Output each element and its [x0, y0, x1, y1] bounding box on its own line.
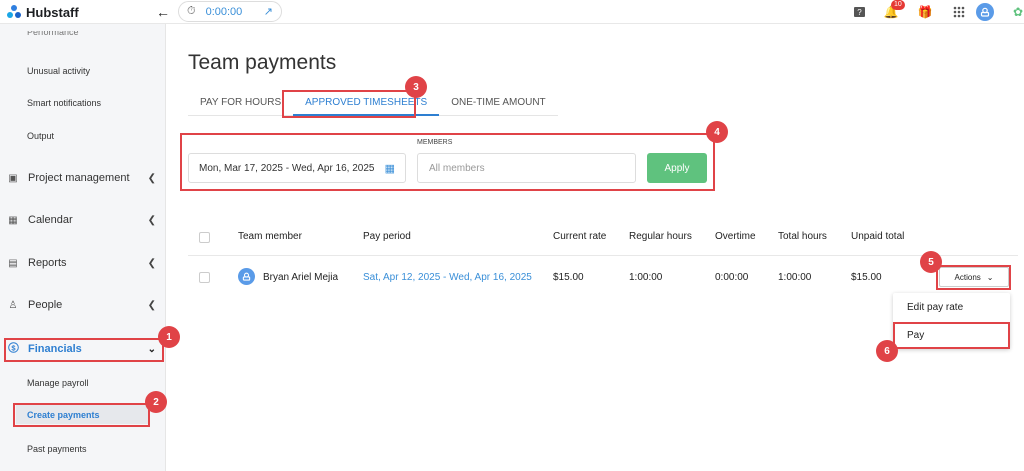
sidebar-item-output[interactable]: Output: [27, 131, 54, 141]
pay-period-link[interactable]: Sat, Apr 12, 2025 - Wed, Apr 16, 2025: [363, 272, 532, 283]
chevron-left-icon: ❮: [147, 214, 156, 226]
hubstaff-logo-icon: [7, 5, 21, 18]
menu-item-edit-pay-rate[interactable]: Edit pay rate: [893, 293, 1010, 321]
column-header-overtime[interactable]: Overtime: [715, 231, 756, 242]
main-content: Team payments PAY FOR HOURS APPROVED TIM…: [166, 24, 1024, 471]
column-header-team-member[interactable]: Team member: [238, 231, 302, 242]
overtime: 0:00:00: [715, 272, 749, 283]
calendar-icon: ▦: [8, 214, 18, 226]
app-name: Hubstaff: [26, 4, 79, 20]
tab-one-time-amount[interactable]: ONE-TIME AMOUNT: [439, 92, 557, 116]
highlight-financials: [4, 338, 164, 362]
regular-hours: 1:00:00: [629, 272, 663, 283]
sidebar-item-manage-payroll[interactable]: Manage payroll: [27, 378, 89, 388]
select-all-checkbox[interactable]: [199, 232, 210, 243]
user-icon: [242, 272, 251, 281]
sidebar-item-label: Project management: [28, 172, 130, 184]
callout-3: 3: [405, 76, 427, 98]
callout-4: 4: [706, 121, 728, 143]
row-checkbox[interactable]: [199, 272, 210, 283]
tab-pay-for-hours[interactable]: PAY FOR HOURS: [188, 92, 293, 116]
timer-value: 0:00:00: [205, 5, 243, 18]
sidebar-item-project-management[interactable]: ▣ Project management ❮: [6, 168, 156, 188]
total-hours: 1:00:00: [778, 272, 812, 283]
expand-arrow-icon[interactable]: ↗: [264, 5, 273, 18]
sidebar-item-label: Reports: [28, 257, 67, 269]
sidebar-item-reports[interactable]: ▤ Reports ❮: [6, 253, 156, 273]
svg-text:?: ?: [857, 8, 862, 17]
sidebar-item-performance[interactable]: Performance: [27, 31, 79, 37]
reports-icon: ▤: [8, 257, 18, 269]
callout-1: 1: [158, 326, 180, 348]
user-icon: [980, 7, 990, 17]
project-icon: ▣: [8, 172, 18, 184]
chevron-left-icon: ❮: [147, 299, 156, 311]
sidebar-item-unusual-activity[interactable]: Unusual activity: [27, 66, 90, 76]
highlight-create-payments: [13, 403, 150, 427]
apps-grid-icon[interactable]: [951, 4, 967, 20]
callout-5: 5: [920, 251, 942, 273]
callout-6: 6: [876, 340, 898, 362]
header-divider: [188, 255, 1018, 256]
member-name[interactable]: Bryan Ariel Mejia: [263, 272, 338, 283]
column-header-current-rate[interactable]: Current rate: [553, 231, 606, 242]
timer-widget[interactable]: ⏱ 0:00:00 ↗: [178, 1, 282, 22]
highlight-approved-timesheets: [282, 90, 416, 118]
gift-icon[interactable]: 🎁: [917, 4, 933, 20]
highlight-pay: [893, 322, 1010, 349]
member-avatar: [238, 268, 255, 285]
sidebar-item-label: People: [28, 299, 63, 311]
people-icon: ♙: [8, 299, 18, 311]
notification-badge: 10: [891, 0, 905, 10]
page-title: Team payments: [188, 51, 337, 74]
sidebar-item-smart-notifications[interactable]: Smart notifications: [27, 98, 101, 108]
sidebar-item-calendar[interactable]: ▦ Calendar ❮: [6, 210, 156, 230]
user-avatar[interactable]: [976, 3, 994, 21]
sidebar-item-label: Calendar: [28, 214, 73, 226]
callout-2: 2: [145, 391, 167, 413]
highlight-filters: [180, 133, 715, 191]
back-arrow-icon[interactable]: ←: [156, 4, 170, 20]
hubstaff-logo[interactable]: Hubstaff: [6, 4, 79, 20]
highlight-actions: [936, 265, 1011, 290]
unpaid-total: $15.00: [851, 272, 882, 283]
stopwatch-icon: ⏱: [187, 5, 196, 17]
current-rate: $15.00: [553, 272, 584, 283]
column-header-unpaid-total[interactable]: Unpaid total: [851, 231, 904, 242]
chevron-left-icon: ❮: [147, 257, 156, 269]
sidebar-item-past-payments[interactable]: Past payments: [27, 444, 87, 454]
help-icon[interactable]: ?: [851, 4, 867, 20]
status-icon[interactable]: ✿: [1010, 4, 1024, 20]
chevron-left-icon: ❮: [147, 172, 156, 184]
top-bar: Hubstaff ← ⏱ 0:00:00 ↗ ? 🔔 10 🎁 ✿: [0, 0, 1024, 24]
column-header-total-hours[interactable]: Total hours: [778, 231, 827, 242]
column-header-regular-hours[interactable]: Regular hours: [629, 231, 692, 242]
sidebar-item-people[interactable]: ♙ People ❮: [6, 295, 156, 315]
column-header-pay-period[interactable]: Pay period: [363, 231, 411, 242]
